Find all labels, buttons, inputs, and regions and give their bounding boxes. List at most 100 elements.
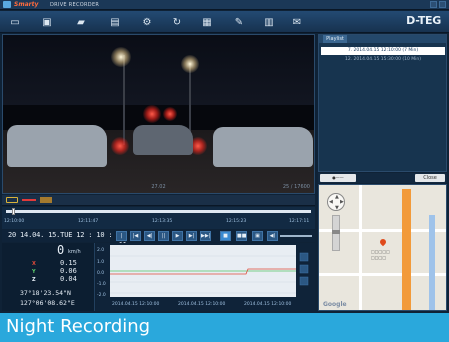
playlist-panel: Playlist 7. 2014.04.15 12:10:00 (7 Min) … [318, 34, 447, 172]
map-road [319, 273, 446, 276]
map-highway [402, 189, 411, 310]
timeline-track[interactable] [6, 210, 311, 213]
g-sensor-chart: 2.0 1.0 0.0 -1.0 -2.0 2014.04.15 12:10:0… [97, 245, 309, 307]
timeline-label: 12:11:47 [78, 219, 99, 224]
toolbar: ▭ ▣ ▰ ▤ ⚙ ↻ ▦ ✎ ▥ ✉ D-TEG [0, 11, 449, 33]
chat-icon[interactable]: ✉ [290, 15, 304, 29]
company-logo: D-TEG [406, 14, 441, 27]
tail-light [111, 137, 129, 155]
close-button[interactable]: Close [415, 174, 445, 182]
street-light [181, 55, 199, 73]
telemetry-panel: 0 km/h X 0.15 Y 0.06 Z 0.04 37°18'23.54"… [2, 243, 95, 311]
playlist-buttons: ●—— Close [318, 173, 447, 183]
speed-unit: km/h [68, 249, 81, 255]
playlist-slider-button[interactable]: ●—— [320, 174, 356, 182]
prev-button[interactable]: |◀ [130, 231, 141, 241]
timeline-label: 12:10:00 [4, 219, 25, 224]
video-status-strip [2, 195, 315, 206]
next-button[interactable]: ▶| [186, 231, 197, 241]
axis-x-label: X [32, 261, 36, 267]
street-light [111, 47, 131, 67]
video-player[interactable]: 27.02 25 / 17600 [2, 34, 315, 194]
video-sky [3, 35, 314, 105]
volume-icon[interactable]: ◀) [267, 231, 278, 241]
caption-banner: Night Recording [0, 313, 449, 342]
graph-zoom-in-button[interactable] [299, 252, 309, 262]
tail-light [143, 105, 161, 123]
map-provider-logo: Google [323, 301, 347, 308]
gps-longitude: 127°06'08.62"E [20, 299, 75, 307]
last-button[interactable]: ▶▶| [200, 231, 211, 241]
graph-settings-button[interactable] [299, 276, 309, 286]
g-sensor-graph: 2.0 1.0 0.0 -1.0 -2.0 2014.04.15 12:10:0… [96, 243, 315, 311]
loop-icon[interactable] [6, 197, 18, 203]
graph-x-label: 2014.04.15 12:10:00 [244, 301, 292, 307]
stop-button[interactable]: ■ [220, 231, 231, 241]
graph-y-tick: 0.0 [97, 270, 104, 276]
pause-button[interactable]: || [158, 231, 169, 241]
image-icon[interactable]: ▤ [108, 15, 122, 29]
product-name: DRIVE RECORDER [50, 2, 100, 8]
axis-z-label: Z [32, 277, 36, 283]
graph-y-tick: 1.0 [97, 259, 104, 265]
tail-light [163, 107, 177, 121]
timeline-label: 12:15:23 [226, 219, 247, 224]
first-button[interactable]: |◀◀ [116, 231, 127, 247]
wrench-icon[interactable]: ✎ [232, 15, 246, 29]
drive-recorder-app: Smarty DRIVE RECORDER ▭ ▣ ▰ ▤ ⚙ ↻ ▦ ✎ ▥ … [0, 0, 449, 342]
gear-icon[interactable]: ⚙ [140, 15, 154, 29]
axis-z-value: 0.04 [60, 275, 77, 283]
car-center [133, 125, 193, 155]
recording-datetime: 20 14.04. 15.TUE 12 : 10 : 00 [8, 231, 125, 239]
street-post [123, 55, 125, 145]
playlist-tab-row: Playlist [319, 35, 446, 43]
refresh-icon[interactable]: ↻ [170, 15, 184, 29]
export-icon[interactable]: ▥ [262, 15, 276, 29]
playlist-item[interactable]: 7. 2014.04.15 12:10:00 (7 Min) [321, 47, 445, 55]
folder-icon[interactable]: ▰ [74, 15, 88, 29]
play-button[interactable]: ▶ [172, 231, 183, 241]
film-icon[interactable] [40, 197, 52, 203]
gps-latitude: 37°18'23.54"N [20, 289, 71, 297]
tab-playlist[interactable]: Playlist [323, 35, 347, 43]
gps-map[interactable]: ▲ ▼ ◀ ▶ □□□□□ □□□□ Google [318, 184, 447, 311]
location-marker-icon [378, 237, 388, 247]
map-place-label: □□□□□ [371, 249, 390, 254]
map-zoom-knob[interactable] [332, 230, 340, 234]
capture-button[interactable]: ▣ [252, 231, 263, 241]
graph-x-label: 2014.04.15 12:10:00 [112, 301, 160, 307]
window-controls [430, 1, 446, 8]
timeline-label: 12:17:11 [289, 219, 310, 224]
graph-y-tick: -1.0 [97, 281, 106, 287]
step-back-button[interactable]: ◀| [144, 231, 155, 241]
title-bar: Smarty DRIVE RECORDER [0, 0, 449, 10]
calendar-icon[interactable]: ▦ [200, 15, 214, 29]
split-button[interactable]: ■■ [236, 231, 247, 241]
playback-timeline[interactable]: 12:10:00 12:11:47 12:13:35 12:15:23 12:1… [2, 207, 315, 229]
event-icon[interactable] [22, 199, 36, 201]
map-zoom-slider[interactable] [332, 215, 340, 251]
axis-y-value: 0.06 [60, 267, 77, 275]
graph-x-label: 2014.04.15 12:10:00 [178, 301, 226, 307]
window-icon[interactable]: ▭ [8, 15, 22, 29]
map-pan-control[interactable]: ▲ ▼ ◀ ▶ [327, 193, 345, 211]
video-overlay-center: 27.02 [151, 184, 166, 190]
playlist-item[interactable]: 12. 2014.04.15 15:30:00 (10 Min) [321, 56, 445, 64]
car-right [213, 127, 313, 167]
graph-y-tick: -2.0 [97, 292, 106, 298]
graph-zoom-out-button[interactable] [299, 264, 309, 274]
camera-icon[interactable]: ▣ [40, 15, 54, 29]
map-road [359, 185, 362, 310]
speed-value: 0 [57, 243, 65, 257]
map-river [429, 215, 435, 310]
timeline-thumb[interactable] [12, 208, 15, 215]
minimize-button[interactable] [430, 1, 437, 8]
video-frame-counter: 25 / 17600 [282, 184, 310, 190]
app-logo-icon [3, 1, 11, 8]
axis-x-value: 0.15 [60, 259, 77, 267]
graph-y-tick: 2.0 [97, 247, 104, 253]
close-window-button[interactable] [439, 1, 446, 8]
brand-name: Smarty [14, 1, 39, 8]
car-left [7, 125, 107, 167]
volume-slider[interactable] [280, 235, 312, 237]
